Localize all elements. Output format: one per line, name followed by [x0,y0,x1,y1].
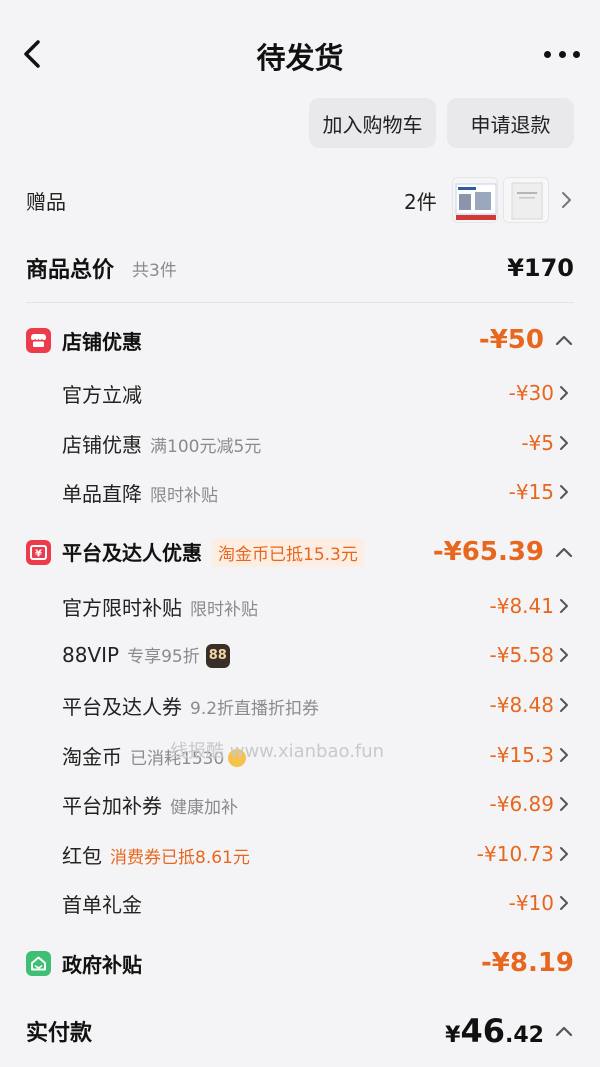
chevron-right-icon[interactable] [560,190,572,210]
gift-label: 赠品 [26,189,66,214]
discount-amount: -¥10 [508,891,554,915]
platform-discount-title: 平台及达人优惠 [62,541,202,565]
chevron-right-icon[interactable] [558,645,570,665]
discount-amount: -¥8.48 [489,693,554,717]
discount-sub: 消费券已抵8.61元 [110,847,250,868]
chevron-right-icon[interactable] [558,695,570,715]
discount-sub: 专享95折 [127,646,200,667]
chevron-right-icon[interactable] [558,433,570,453]
discount-row-health[interactable]: 平台加补券 健康加补 -¥6.89 [0,784,600,824]
refund-button[interactable]: 申请退款 [447,98,574,148]
total-count: 共3件 [132,260,177,281]
discount-row-88vip[interactable]: 88VIP 专享95折 88 -¥5.58 [0,635,600,675]
gift-thumbnail-1[interactable] [452,177,498,223]
paid-label: 实付款 [26,1021,93,1046]
paid-row[interactable]: 实付款 ¥46.42 [0,1008,600,1054]
vip-badge-icon: 88 [205,644,230,669]
more-icon[interactable] [544,48,580,60]
paid-integer: 46 [460,1012,506,1050]
home-shield-icon [26,950,51,976]
gift-product-image [453,178,497,222]
discount-label: 官方立减 [62,382,142,407]
discount-label: 平台加补券 [62,793,162,818]
gov-subsidy-title: 政府补贴 [62,952,142,977]
divider [26,302,574,303]
discount-row-redpacket[interactable]: 红包 消费券已抵8.61元 -¥10.73 [0,834,600,874]
gov-subsidy-amount: -¥8.19 [480,948,574,978]
discount-amount: -¥15.3 [489,743,554,767]
discount-row-limited[interactable]: 官方限时补贴 限时补贴 -¥8.41 [0,586,600,626]
coupon-icon: ¥ [26,539,51,565]
page-title: 待发货 [256,41,344,75]
shop-discount-title: 店铺优惠 [62,329,142,354]
discount-label: 官方限时补贴 [62,595,182,620]
discount-row-shop[interactable]: 店铺优惠 满100元减5元 -¥5 [0,423,600,463]
chevron-up-icon[interactable] [554,333,574,347]
total-row: 商品总价 共3件 ¥170 [0,248,600,288]
shop-discount-amount: -¥50 [478,325,544,355]
discount-label: 店铺优惠 [62,432,142,457]
discount-label: 首单礼金 [62,892,142,917]
platform-discount-header[interactable]: ¥ 平台及达人优惠 淘金币已抵15.3元 -¥65.39 [0,532,600,572]
discount-amount: -¥5.58 [489,643,554,667]
discount-amount: -¥10.73 [476,842,554,866]
gift-thumbnail-2[interactable] [503,177,549,223]
chevron-right-icon[interactable] [558,893,570,913]
discount-amount: -¥5 [521,431,554,455]
discount-sub: 满100元减5元 [150,436,262,457]
watermark: 线报酷 www.xianbao.fun [170,741,385,762]
chevron-right-icon[interactable] [558,482,570,502]
chevron-right-icon[interactable] [558,844,570,864]
discount-row-official[interactable]: 官方立减 -¥30 [0,373,600,413]
chevron-right-icon[interactable] [558,745,570,765]
discount-sub: 限时补贴 [150,485,218,506]
coin-deduction-tag: 淘金币已抵15.3元 [212,538,364,567]
discount-row-single[interactable]: 单品直降 限时补贴 -¥15 [0,472,600,512]
discount-label: 红包 [62,843,102,868]
platform-discount-amount: -¥65.39 [432,537,544,567]
order-detail-screen: 待发货 加入购物车 申请退款 赠品 2件 商品总价 共3件 ¥170 店铺优惠 … [0,0,600,1067]
discount-amount: -¥6.89 [489,792,554,816]
chevron-right-icon[interactable] [558,794,570,814]
total-label: 商品总价 [26,258,115,283]
gift-product-image [504,178,548,222]
chevron-right-icon[interactable] [558,596,570,616]
top-bar: 待发货 [0,0,600,100]
discount-label: 平台及达人券 [62,694,182,719]
discount-sub: 9.2折直播折扣券 [190,698,320,719]
discount-row-coupon[interactable]: 平台及达人券 9.2折直播折扣券 -¥8.48 [0,685,600,725]
discount-row-first-order[interactable]: 首单礼金 -¥10 [0,883,600,923]
shop-discount-header[interactable]: 店铺优惠 -¥50 [0,320,600,360]
discount-sub: 健康加补 [170,797,238,818]
discount-label: 淘金币 [62,744,122,769]
discount-label: 88VIP [62,642,120,667]
paid-decimal: .42 [505,1023,544,1048]
discount-amount: -¥15 [508,480,554,504]
paid-currency: ¥ [445,1023,461,1048]
discount-amount: -¥30 [508,381,554,405]
gift-count: 2件 [404,189,437,214]
svg-text:¥: ¥ [35,548,42,559]
chevron-up-icon[interactable] [554,545,574,559]
add-to-cart-button[interactable]: 加入购物车 [309,98,436,148]
discount-label: 单品直降 [62,481,142,506]
discount-sub: 限时补贴 [190,599,258,620]
discount-amount: -¥8.41 [489,594,554,618]
chevron-right-icon[interactable] [558,383,570,403]
shop-icon [26,327,51,353]
gov-subsidy-row: 政府补贴 -¥8.19 [0,943,600,983]
chevron-up-icon[interactable] [554,1024,574,1038]
total-price: ¥170 [507,254,574,282]
